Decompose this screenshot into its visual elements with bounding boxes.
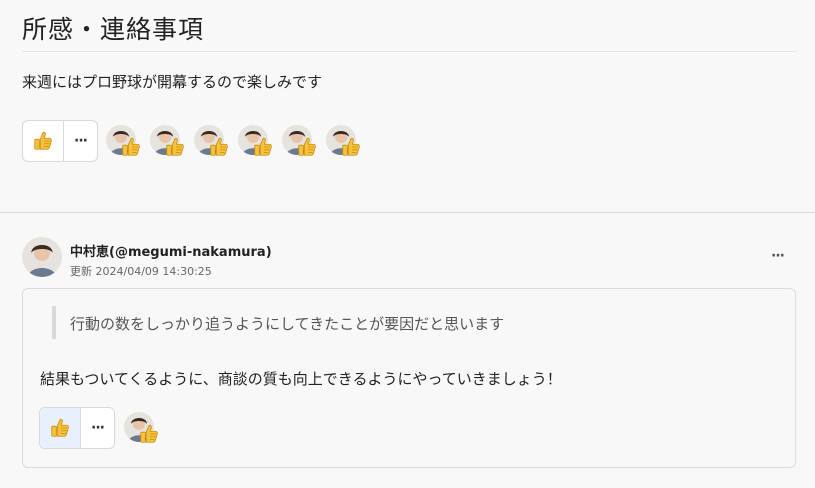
reactor-avatar[interactable] bbox=[124, 409, 168, 449]
reactor-avatar[interactable] bbox=[282, 122, 326, 162]
thumbs-up-icon bbox=[49, 417, 71, 439]
thumbs-up-icon bbox=[252, 136, 274, 158]
thumbs-up-icon bbox=[164, 136, 186, 158]
reactor-avatar[interactable] bbox=[238, 122, 282, 162]
reactor-avatar[interactable] bbox=[106, 122, 150, 162]
section-divider bbox=[0, 212, 815, 213]
reactor-avatar[interactable] bbox=[326, 122, 370, 162]
more-reactions-button[interactable]: ··· bbox=[64, 121, 97, 161]
comment-author[interactable]: 中村恵(@megumi-nakamura) bbox=[70, 241, 272, 260]
comment-reactor-list bbox=[124, 409, 168, 449]
reactor-avatar[interactable] bbox=[194, 122, 238, 162]
comment-more-reactions-button[interactable]: ··· bbox=[81, 408, 114, 448]
reactor-avatar[interactable] bbox=[150, 122, 194, 162]
comment-timestamp: 更新 2024/04/09 14:30:25 bbox=[70, 265, 212, 278]
reactor-list bbox=[106, 122, 370, 162]
comment-like-button[interactable] bbox=[40, 408, 81, 448]
reaction-bar: ··· bbox=[22, 120, 98, 162]
comment-reaction-bar: ··· bbox=[39, 407, 115, 449]
comment-quote: 行動の数をしっかり追うようにしてきたことが要因だと思います bbox=[70, 315, 505, 333]
section-title: 所感・連絡事項 bbox=[22, 15, 205, 44]
thumbs-up-icon bbox=[120, 136, 142, 158]
like-button[interactable] bbox=[23, 121, 64, 161]
quote-bar bbox=[52, 306, 56, 339]
thumbs-up-icon bbox=[296, 136, 318, 158]
comment-menu-button[interactable]: ··· bbox=[771, 248, 785, 264]
title-divider bbox=[22, 51, 797, 52]
comment-text: 結果もついてくるように、商談の質も向上できるようにやっていきましょう！ bbox=[40, 370, 562, 388]
section-body: 来週にはプロ野球が開幕するので楽しみです bbox=[22, 73, 323, 91]
thumbs-up-icon bbox=[138, 423, 160, 445]
thumbs-up-icon bbox=[32, 130, 54, 152]
comment-author-avatar[interactable] bbox=[22, 237, 62, 277]
thumbs-up-icon bbox=[208, 136, 230, 158]
thumbs-up-icon bbox=[340, 136, 362, 158]
